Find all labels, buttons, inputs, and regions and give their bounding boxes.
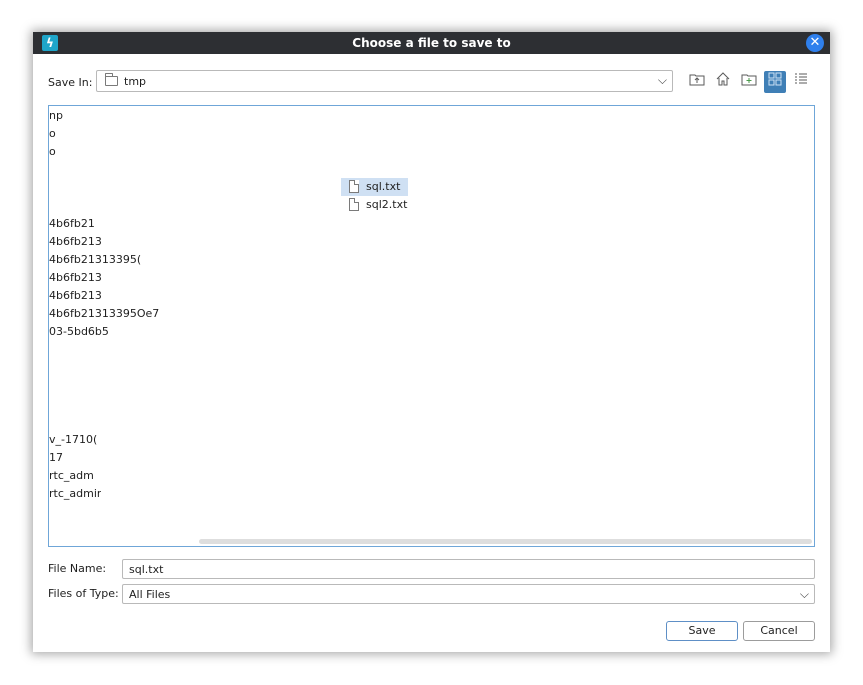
file-icon xyxy=(349,180,359,193)
files-of-type-label: Files of Type: xyxy=(48,587,119,600)
pane-edge xyxy=(624,106,679,107)
files-of-type-value: All Files xyxy=(129,588,171,601)
list-item[interactable]: o xyxy=(49,126,56,142)
list-item[interactable]: 4b6fb21313395Oe7 xyxy=(49,306,159,322)
title-bar[interactable]: ϟ Choose a file to save to ✕ xyxy=(33,32,830,54)
new-folder-icon[interactable] xyxy=(738,71,760,93)
horizontal-scrollbar[interactable] xyxy=(199,539,812,544)
save-dialog: ϟ Choose a file to save to ✕ Save In: tm… xyxy=(33,32,830,652)
files-of-type-combo[interactable]: All Files ⌵ xyxy=(122,584,815,604)
file-icon xyxy=(349,198,359,211)
list-item[interactable]: 4b6fb21313395( xyxy=(49,252,141,268)
list-item[interactable]: rtc_adm xyxy=(49,468,94,484)
file-item-sql2-txt[interactable]: sql2.txt xyxy=(341,196,415,214)
details-view-icon[interactable] xyxy=(790,71,812,93)
file-name-value: sql.txt xyxy=(129,563,164,576)
list-item[interactable]: np xyxy=(49,108,63,124)
folder-up-icon[interactable] xyxy=(686,71,708,93)
list-item[interactable]: 4b6fb213 xyxy=(49,234,102,250)
save-button[interactable]: Save xyxy=(666,621,738,641)
file-item-sql-txt[interactable]: sql.txt xyxy=(341,178,409,196)
file-name-label: File Name: xyxy=(48,562,107,575)
close-icon[interactable]: ✕ xyxy=(806,34,824,52)
folder-icon xyxy=(105,73,118,86)
list-item[interactable]: 4b6fb21 xyxy=(49,216,95,232)
list-item[interactable]: 4b6fb213 xyxy=(49,270,102,286)
list-item[interactable]: v_-1710( xyxy=(49,432,97,448)
save-in-combo[interactable]: tmp ⌵ xyxy=(96,70,673,92)
dialog-title: Choose a file to save to xyxy=(352,36,511,50)
list-item[interactable]: 03-5bd6b5 xyxy=(49,324,109,340)
list-item[interactable]: 4b6fb213 xyxy=(49,288,102,304)
save-in-label: Save In: xyxy=(48,76,93,89)
list-item[interactable]: o xyxy=(49,144,56,160)
file-name: sql.txt xyxy=(366,180,401,193)
save-in-value: tmp xyxy=(124,75,147,88)
home-icon[interactable] xyxy=(712,71,734,93)
cancel-button[interactable]: Cancel xyxy=(743,621,815,641)
file-name: sql2.txt xyxy=(366,198,408,211)
chevron-down-icon[interactable]: ⌵ xyxy=(658,73,667,88)
grid-view-icon[interactable] xyxy=(764,71,786,93)
chevron-down-icon[interactable]: ⌵ xyxy=(800,587,809,602)
file-list-pane[interactable]: np o o 4b6fb21 4b6fb213 4b6fb21313395( 4b6fb21… xyxy=(48,105,815,547)
file-name-field[interactable]: sql.txt xyxy=(122,559,815,579)
list-item[interactable]: rtc_admir xyxy=(49,486,101,502)
list-item[interactable]: 17 xyxy=(49,450,63,466)
